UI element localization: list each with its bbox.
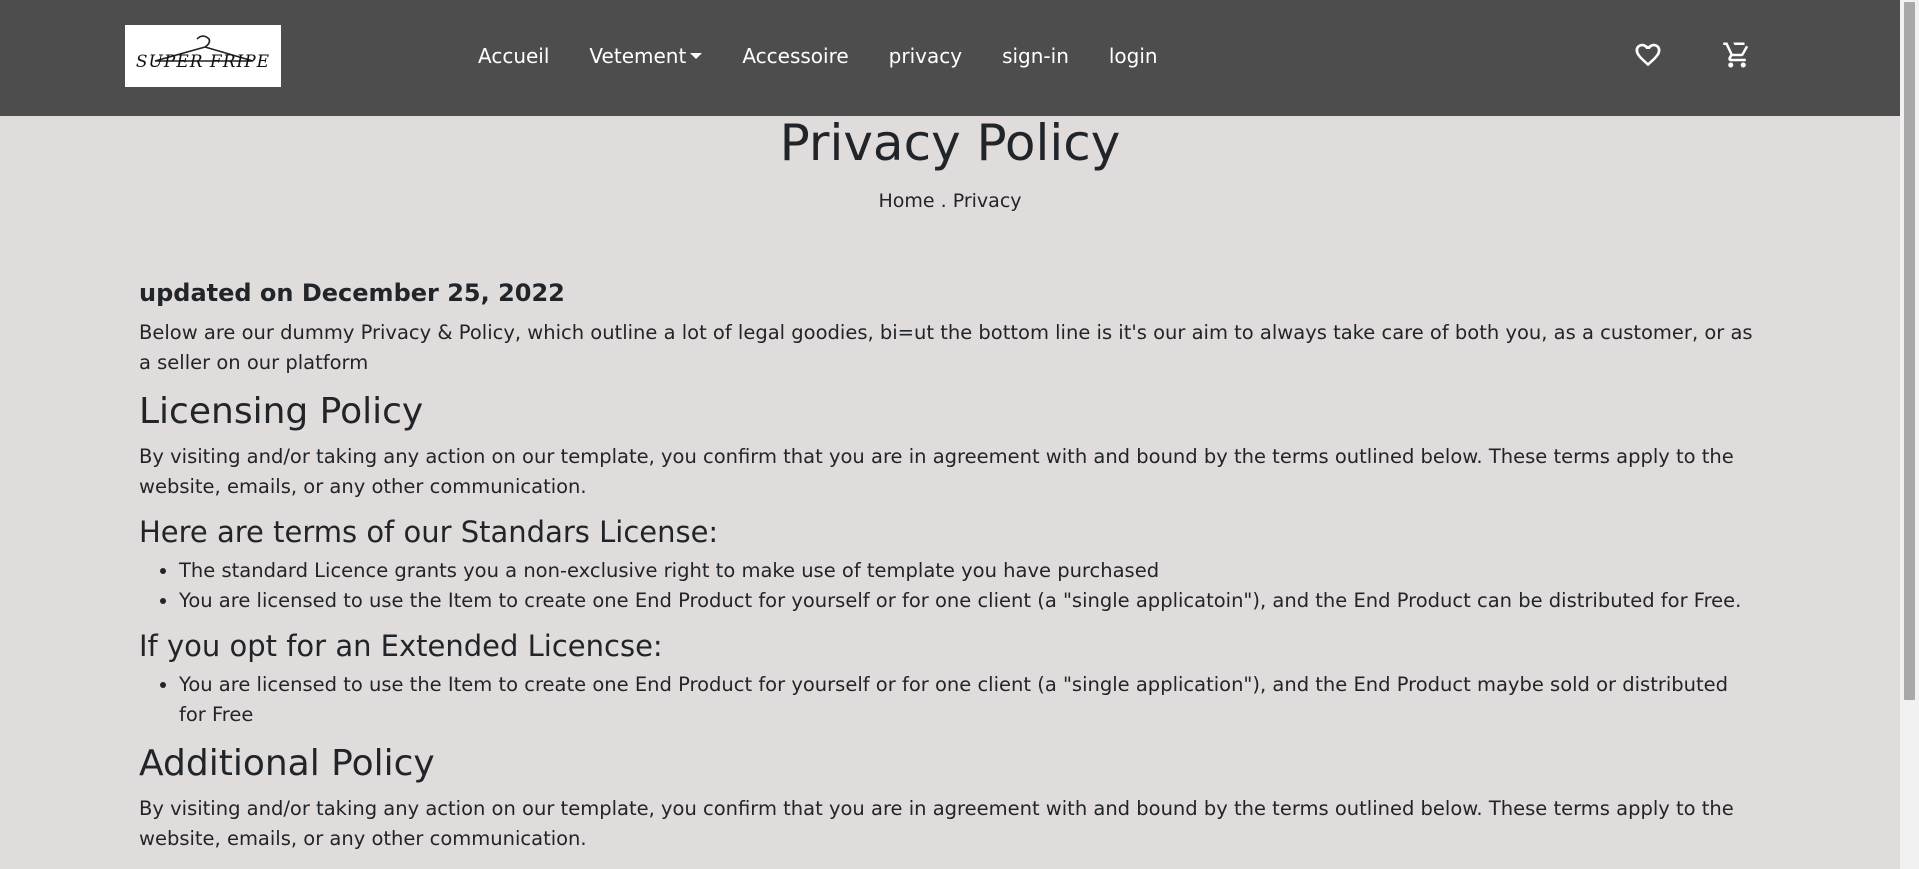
caret-down-icon: [690, 53, 703, 59]
site-logo[interactable]: SUPER FRIPE: [125, 25, 281, 87]
list-item: The standard Licence grants you a non-ex…: [179, 556, 1759, 586]
top-navbar: SUPER FRIPE Accueil Vetement Accessoire …: [0, 0, 1900, 116]
nav-link-vetement-label: Vetement: [589, 44, 687, 68]
nav-link-vetement-dropdown[interactable]: Vetement: [589, 44, 703, 68]
licensing-heading: Licensing Policy: [139, 391, 424, 432]
breadcrumb: Home . Privacy: [878, 190, 1022, 212]
policy-content: updated on December 25, 2022 Below are o…: [139, 276, 1759, 864]
logo-text: SUPER FRIPE: [135, 52, 271, 72]
nav-link-sign-in[interactable]: sign-in: [1002, 44, 1069, 68]
scrollbar-thumb[interactable]: [1904, 2, 1915, 700]
standard-license-list: The standard Licence grants you a non-ex…: [139, 556, 1759, 616]
list-item: You are licensed to use the Item to crea…: [179, 586, 1759, 616]
page-scrollbar[interactable]: [1900, 0, 1919, 869]
extended-license-heading: If you opt for an Extended Licencse:: [139, 629, 663, 663]
additional-policy-heading: Additional Policy: [139, 743, 435, 784]
nav-link-login[interactable]: login: [1109, 44, 1158, 68]
standard-license-heading: Here are terms of our Standars License:: [139, 515, 719, 549]
nav-link-accessoire[interactable]: Accessoire: [742, 44, 848, 68]
intro-paragraph: Below are our dummy Privacy & Policy, wh…: [139, 321, 1753, 374]
heart-icon[interactable]: [1633, 40, 1663, 70]
additional-policy-paragraph: By visiting and/or taking any action on …: [139, 797, 1734, 850]
extended-license-list: You are licensed to use the Item to crea…: [139, 670, 1759, 730]
cart-icon[interactable]: [1722, 40, 1752, 70]
list-item: You are licensed to use the Item to crea…: [179, 670, 1759, 730]
nav-link-privacy[interactable]: privacy: [889, 44, 962, 68]
nav-link-accueil[interactable]: Accueil: [478, 44, 549, 68]
updated-date: updated on December 25, 2022: [139, 279, 565, 307]
licensing-paragraph: By visiting and/or taking any action on …: [139, 445, 1734, 498]
nav-links: Accueil Vetement Accessoire privacy sign…: [478, 44, 1198, 68]
page-title: Privacy Policy: [779, 114, 1121, 172]
